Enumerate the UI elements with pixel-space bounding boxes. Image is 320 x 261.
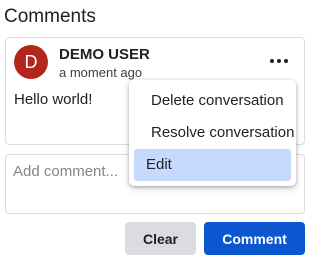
more-options-icon[interactable]	[268, 53, 290, 67]
comment-author: DEMO USER	[59, 46, 150, 63]
menu-item-resolve-conversation[interactable]: Resolve conversation	[134, 117, 294, 149]
menu-item-edit[interactable]: Edit	[134, 149, 291, 181]
panel-title: Comments	[4, 6, 96, 27]
comments-panel: Comments D DEMO USER a moment ago Hello …	[0, 0, 312, 261]
clear-button[interactable]: Clear	[125, 222, 196, 255]
comment-button[interactable]: Comment	[204, 222, 305, 255]
avatar: D	[14, 45, 48, 79]
comment-timestamp: a moment ago	[59, 65, 143, 80]
menu-item-delete-conversation[interactable]: Delete conversation	[134, 85, 291, 117]
comment-text: Hello world!	[14, 91, 93, 108]
comment-options-menu: Delete conversation Resolve conversation…	[129, 80, 296, 186]
